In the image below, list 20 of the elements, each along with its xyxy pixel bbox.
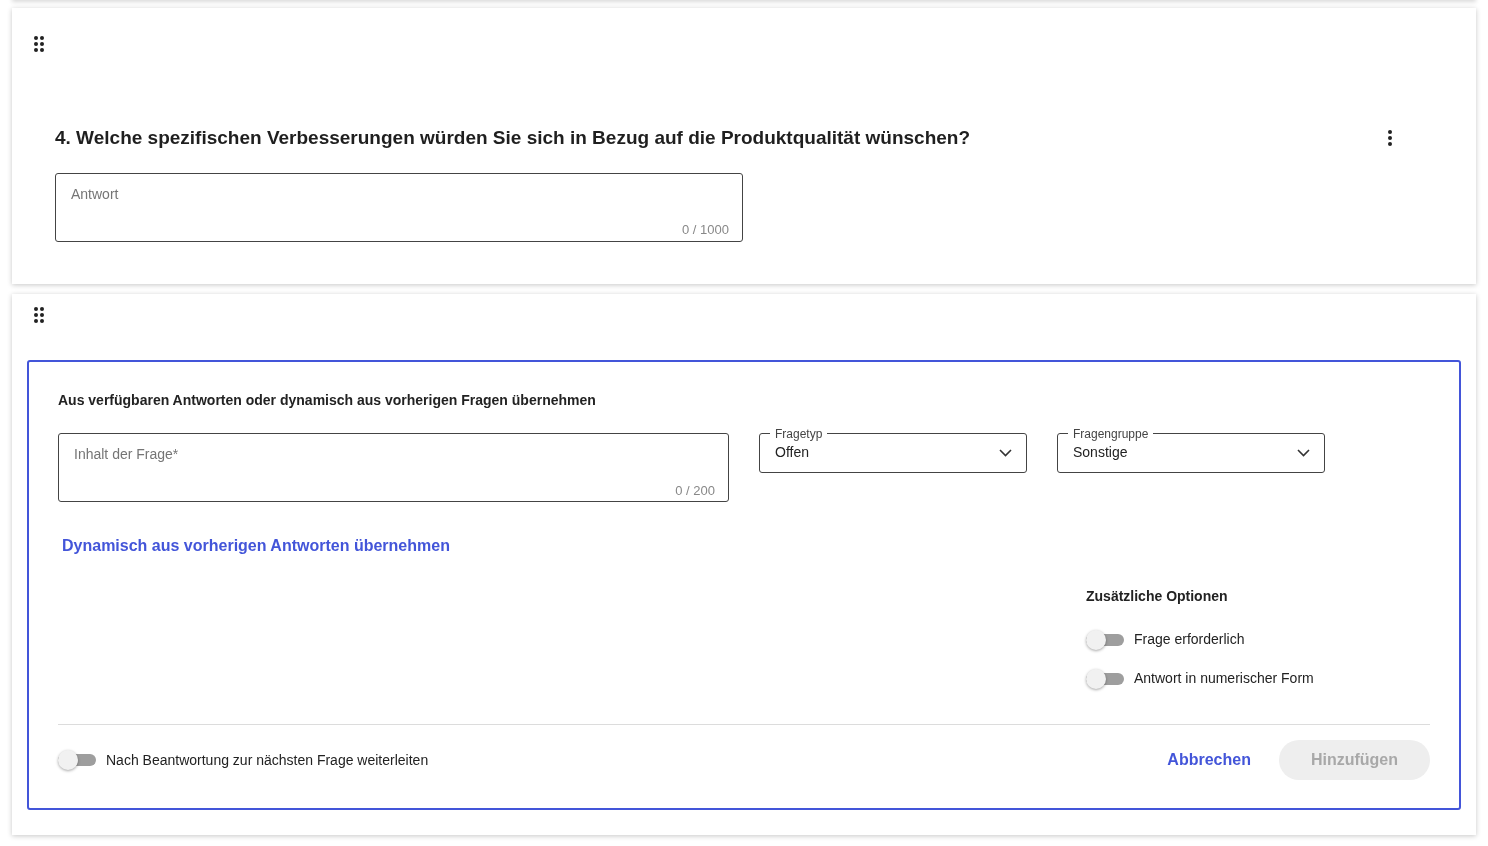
dropdown-value: Offen	[775, 442, 809, 462]
toggle-switch[interactable]	[58, 750, 96, 770]
toggle-switch[interactable]	[1086, 629, 1124, 650]
drag-handle-icon[interactable]	[34, 307, 44, 323]
chevron-down-icon	[1297, 449, 1310, 457]
toggle-label: Nach Beantwortung zur nächsten Frage weiterleiten	[106, 750, 429, 770]
character-counter: 0 / 1000	[682, 221, 729, 239]
question-title: 4. Welche spezifischen Verbesserungen würden Sie sich in Bezug auf die Produktqualität wünschen?	[55, 126, 971, 150]
character-counter: 0 / 200	[675, 481, 715, 500]
toggle-label: Frage erforderlich	[1134, 630, 1245, 649]
dynamic-answers-link[interactable]: Dynamisch aus vorherigen Antworten übernehmen	[62, 537, 450, 554]
more-options-icon[interactable]	[1388, 130, 1392, 147]
chevron-down-icon	[999, 449, 1012, 457]
toggle-switch[interactable]	[1086, 668, 1124, 689]
drag-handle-icon[interactable]	[34, 36, 44, 52]
toggle-label: Antwort in numerischer Form	[1134, 669, 1314, 688]
section-heading: Aus verfügbaren Antworten oder dynamisch aus vorherigen Fragen übernehmen	[58, 391, 597, 410]
options-heading: Zusätzliche Optionen	[1086, 587, 1229, 606]
dropdown-value: Sonstige	[1073, 442, 1128, 462]
cancel-button[interactable]: Abbrechen	[1163, 740, 1255, 780]
